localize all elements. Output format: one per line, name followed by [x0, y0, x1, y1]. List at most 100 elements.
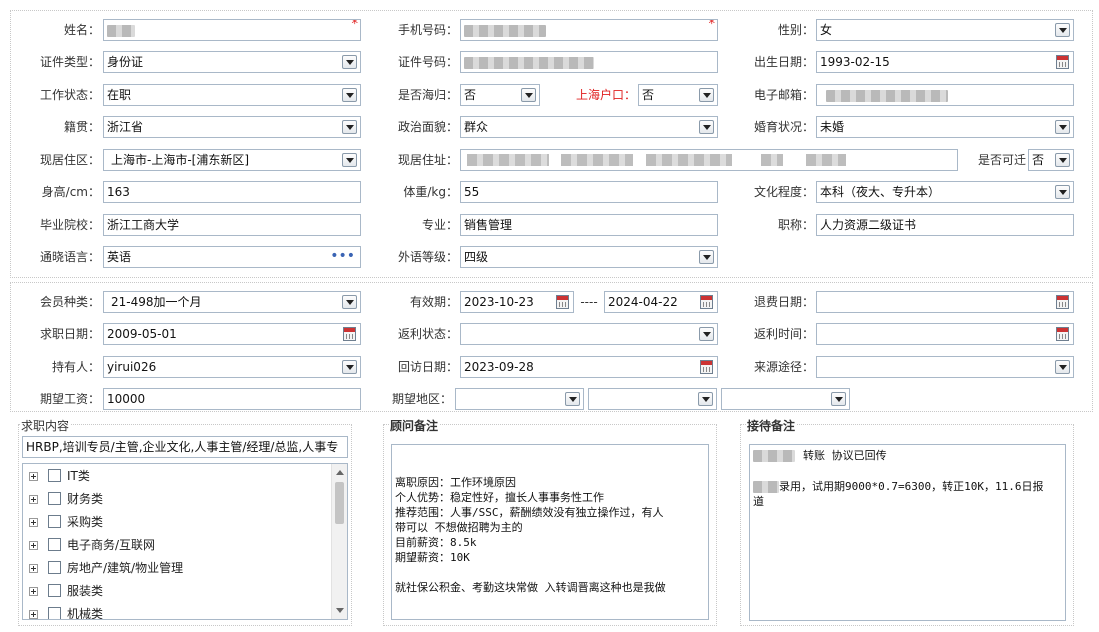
- job-category-tree[interactable]: IT类 财务类 采购类 电子商务/互联网 房地产/建筑/物业管理 服装类 机械类: [22, 463, 348, 620]
- expected-region-district-select[interactable]: [721, 388, 850, 410]
- major-input[interactable]: 销售管理: [460, 214, 718, 236]
- chevron-down-icon[interactable]: [342, 55, 357, 69]
- validity-end-input[interactable]: 2024-04-22: [604, 291, 718, 313]
- marital-select[interactable]: 未婚: [816, 116, 1074, 138]
- job-seek-date-input[interactable]: 2009-05-01: [103, 323, 361, 345]
- consultant-notes-header: 顾问备注: [389, 417, 440, 434]
- chevron-down-icon[interactable]: [342, 295, 357, 309]
- refund-date-input[interactable]: [816, 291, 1074, 313]
- job-content-summary-input[interactable]: HRBP,培训专员/主管,企业文化,人事主管/经理/总监,人事专: [22, 436, 348, 458]
- title-label: 职称：: [777, 218, 814, 232]
- chevron-down-icon[interactable]: [1055, 185, 1070, 199]
- chevron-down-icon[interactable]: [1055, 360, 1070, 374]
- name-input[interactable]: *: [103, 19, 361, 41]
- id-type-select[interactable]: 身份证: [103, 51, 361, 73]
- school-input[interactable]: 浙江工商大学: [103, 214, 361, 236]
- visit-date-input[interactable]: 2023-09-28: [460, 356, 718, 378]
- source-select[interactable]: [816, 356, 1074, 378]
- relocate-select[interactable]: 否: [1028, 149, 1074, 171]
- calendar-icon[interactable]: [700, 295, 713, 309]
- calendar-icon[interactable]: [1056, 327, 1069, 341]
- residence-area-select[interactable]: 上海市-上海市-[浦东新区]: [103, 149, 361, 171]
- chevron-down-icon[interactable]: [1055, 153, 1070, 167]
- chevron-down-icon[interactable]: [698, 392, 713, 406]
- email-input[interactable]: [816, 84, 1074, 106]
- phone-input[interactable]: *: [460, 19, 718, 41]
- address-redacted: [646, 154, 732, 166]
- chevron-down-icon[interactable]: [342, 153, 357, 167]
- political-select[interactable]: 群众: [460, 116, 718, 138]
- category-checkbox[interactable]: [48, 538, 61, 551]
- note-line: 推荐范围：人事/SSC，薪酬绩效没有独立操作过，有人: [395, 506, 664, 519]
- consultant-notes-textarea[interactable]: 离职原因：工作环境原因 个人优势：稳定性好，擅长人事事务性工作 推荐范围：人事/…: [391, 444, 709, 620]
- gender-select[interactable]: 女: [816, 19, 1074, 41]
- scroll-down-icon[interactable]: [336, 608, 344, 613]
- more-icon[interactable]: •••: [330, 247, 355, 265]
- language-input[interactable]: 英语 •••: [103, 246, 361, 268]
- rebate-status-select[interactable]: [460, 323, 718, 345]
- title-input[interactable]: 人力资源二级证书: [816, 214, 1074, 236]
- language-label: 通晓语言：: [39, 250, 100, 264]
- holder-select[interactable]: yirui026: [103, 356, 361, 378]
- calendar-icon[interactable]: [700, 360, 713, 374]
- chevron-down-icon[interactable]: [342, 360, 357, 374]
- chevron-down-icon[interactable]: [699, 327, 714, 341]
- member-type-select[interactable]: 21-498加一个月: [103, 291, 361, 313]
- expand-icon[interactable]: [29, 495, 38, 504]
- validity-start-input[interactable]: 2023-10-23: [460, 291, 574, 313]
- email-redacted: [826, 89, 948, 102]
- native-place-select[interactable]: 浙江省: [103, 116, 361, 138]
- expected-salary-input[interactable]: 10000: [103, 388, 361, 410]
- birth-date-input[interactable]: 1993-02-15: [816, 51, 1074, 73]
- reception-notes-textarea[interactable]: 转账 协议已回传 录用，试用期9000*0.7=6300，转正10K，11.6日…: [749, 444, 1066, 621]
- work-status-select[interactable]: 在职: [103, 84, 361, 106]
- id-number-label: 证件号码：: [397, 55, 458, 69]
- category-checkbox[interactable]: [48, 515, 61, 528]
- category-checkbox[interactable]: [48, 469, 61, 482]
- expand-icon[interactable]: [29, 472, 38, 481]
- required-mark: *: [708, 19, 716, 32]
- category-checkbox[interactable]: [48, 561, 61, 574]
- rebate-time-input[interactable]: [816, 323, 1074, 345]
- education-select[interactable]: 本科（夜大、专升本）: [816, 181, 1074, 203]
- chevron-down-icon[interactable]: [565, 392, 580, 406]
- chevron-down-icon[interactable]: [699, 88, 714, 102]
- calendar-icon[interactable]: [1056, 295, 1069, 309]
- shanghai-hukou-select[interactable]: 否: [638, 84, 718, 106]
- expand-icon[interactable]: [29, 518, 38, 527]
- refund-date-label: 退费日期：: [753, 295, 814, 309]
- calendar-icon[interactable]: [556, 295, 569, 309]
- scroll-thumb[interactable]: [335, 482, 344, 524]
- tree-scrollbar[interactable]: [331, 464, 347, 619]
- scroll-up-icon[interactable]: [336, 470, 344, 475]
- chevron-down-icon[interactable]: [1055, 120, 1070, 134]
- language-level-select[interactable]: 四级: [460, 246, 718, 268]
- note-line: 离职原因：工作环境原因: [395, 476, 516, 489]
- height-input[interactable]: 163: [103, 181, 361, 203]
- returnee-label: 是否海归：: [397, 88, 458, 102]
- returnee-select[interactable]: 否: [460, 84, 540, 106]
- category-checkbox[interactable]: [48, 584, 61, 597]
- expand-icon[interactable]: [29, 541, 38, 550]
- chevron-down-icon[interactable]: [342, 88, 357, 102]
- expand-icon[interactable]: [29, 587, 38, 596]
- category-checkbox[interactable]: [48, 492, 61, 505]
- id-number-input[interactable]: [460, 51, 718, 73]
- expected-salary-label: 期望工资：: [39, 392, 100, 406]
- calendar-icon[interactable]: [1056, 55, 1069, 69]
- residence-address-input[interactable]: [460, 149, 958, 171]
- expected-region-city-select[interactable]: [588, 388, 717, 410]
- chevron-down-icon[interactable]: [831, 392, 846, 406]
- weight-input[interactable]: 55: [460, 181, 718, 203]
- chevron-down-icon[interactable]: [342, 120, 357, 134]
- expand-icon[interactable]: [29, 610, 38, 619]
- chevron-down-icon[interactable]: [699, 120, 714, 134]
- note-line: 录用，试用期9000*0.7=6300，转正10K，11.6日报: [753, 479, 1062, 494]
- chevron-down-icon[interactable]: [699, 250, 714, 264]
- chevron-down-icon[interactable]: [1055, 23, 1070, 37]
- expected-region-province-select[interactable]: [455, 388, 584, 410]
- category-checkbox[interactable]: [48, 607, 61, 619]
- calendar-icon[interactable]: [343, 327, 356, 341]
- expand-icon[interactable]: [29, 564, 38, 573]
- chevron-down-icon[interactable]: [521, 88, 536, 102]
